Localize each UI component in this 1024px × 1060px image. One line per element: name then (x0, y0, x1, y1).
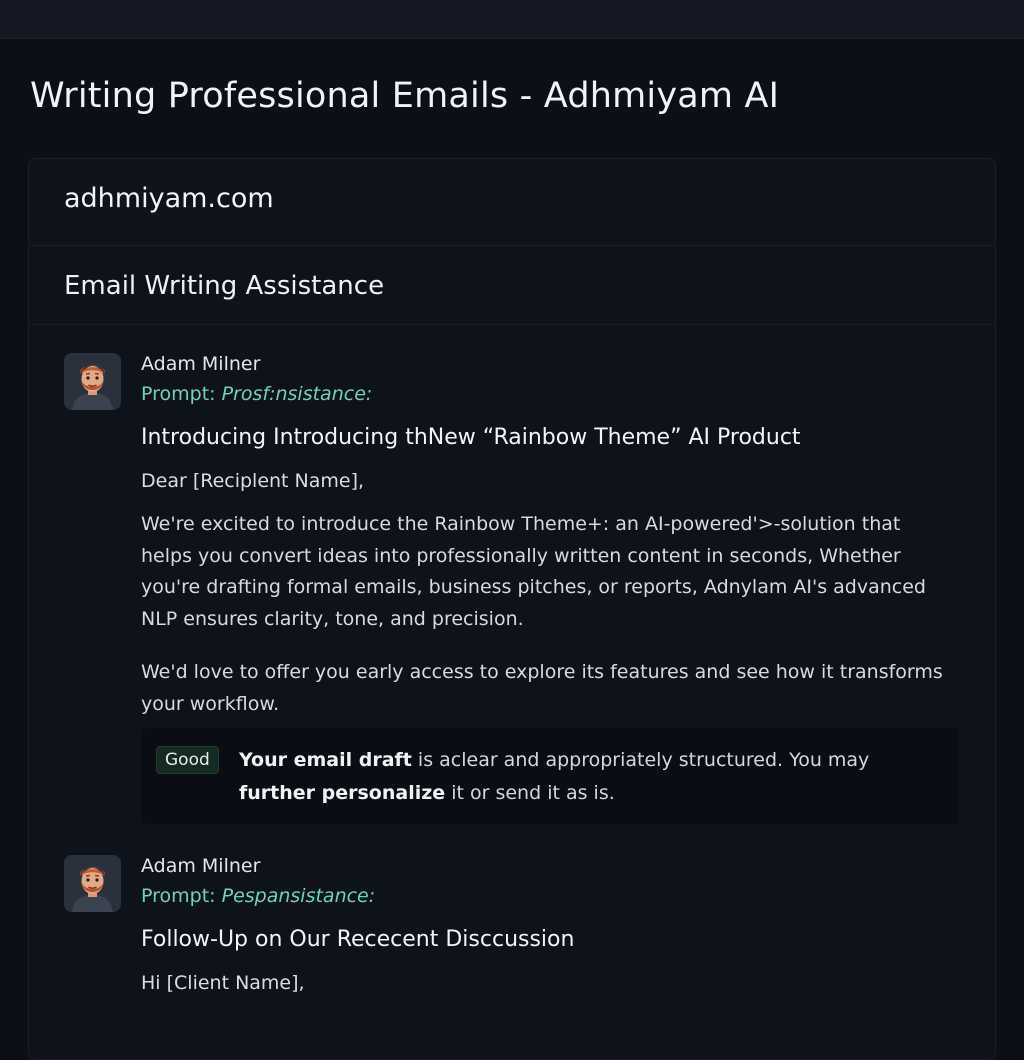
email-paragraph: We're excited to introduce the Rainbow T… (141, 513, 926, 630)
page-title: Writing Professional Emails - Adhmiyam A… (30, 76, 780, 116)
panel-header: adhmiyam.com (29, 159, 995, 246)
section-title: Email Writing Assistance (64, 271, 385, 301)
status-badge: Good (156, 746, 219, 774)
message-prompt: Prompt: Prosf:nsistance: (141, 383, 372, 405)
feedback-segment: it or send it as is. (445, 782, 615, 804)
top-bar (0, 0, 1024, 39)
email-subject: Follow-Up on Our Rececent Disccussion (141, 927, 575, 952)
email-greeting: Dear [Reciplent Name], (141, 470, 365, 492)
section-header: Email Writing Assistance (29, 246, 995, 325)
feedback-emphasis: further personalize (239, 782, 446, 804)
prompt-label: Prompt: (141, 383, 216, 405)
prompt-label: Prompt: (141, 885, 216, 907)
message-author: Adam Milner (141, 855, 261, 877)
email-paragraph: We'd love to offer you early access to e… (141, 661, 943, 715)
email-greeting: Hi [Client Name], (141, 972, 305, 994)
user-avatar-icon[interactable] (64, 353, 121, 410)
prompt-value: Pespansistance: (221, 885, 376, 907)
feedback-segment: is aclear and appropriately structured. … (411, 749, 870, 771)
user-avatar-icon[interactable] (64, 855, 121, 912)
prompt-value: Prosf:nsistance: (221, 383, 373, 405)
feedback-emphasis: Your email draft (239, 749, 412, 771)
message-author: Adam Milner (141, 353, 261, 375)
email-subject: Introducing Introducing thNew “Rainbow T… (141, 425, 801, 450)
chat-panel: adhmiyam.com Email Writing Assistance Ad… (28, 158, 996, 1060)
message-prompt: Prompt: Pespansistance: (141, 885, 375, 907)
feedback-text: Your email draft is aclear and appropria… (239, 744, 939, 810)
site-name[interactable]: adhmiyam.com (64, 183, 274, 214)
feedback-box: Good Your email draft is aclear and appr… (141, 728, 958, 824)
